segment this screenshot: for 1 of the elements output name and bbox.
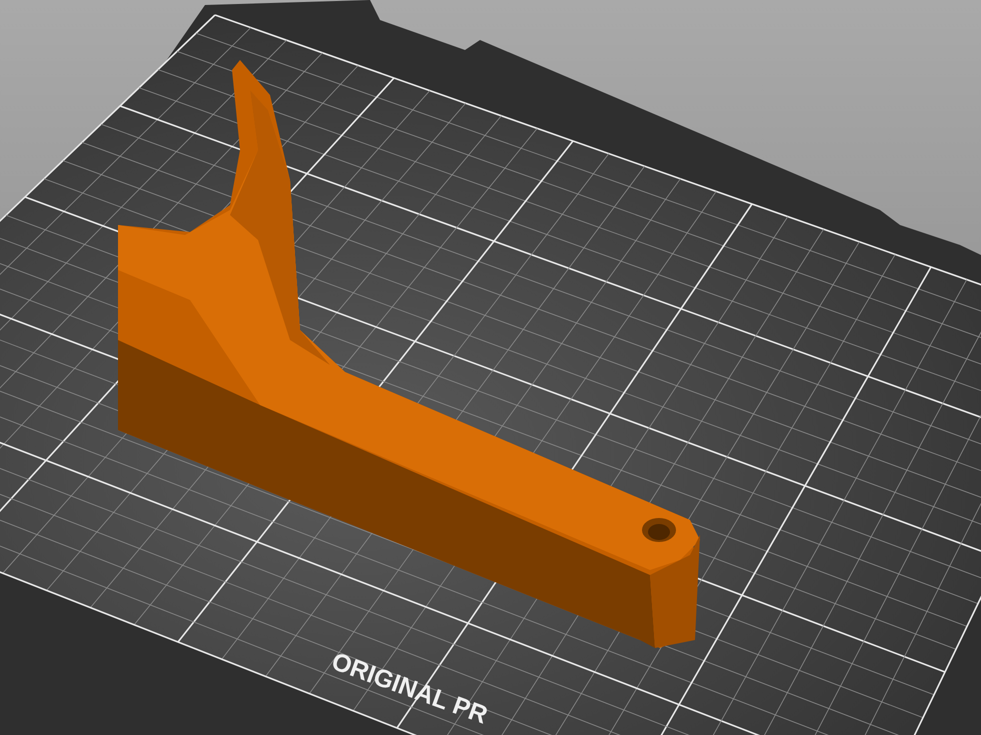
bracket-model-drawing[interactable] — [118, 60, 700, 648]
